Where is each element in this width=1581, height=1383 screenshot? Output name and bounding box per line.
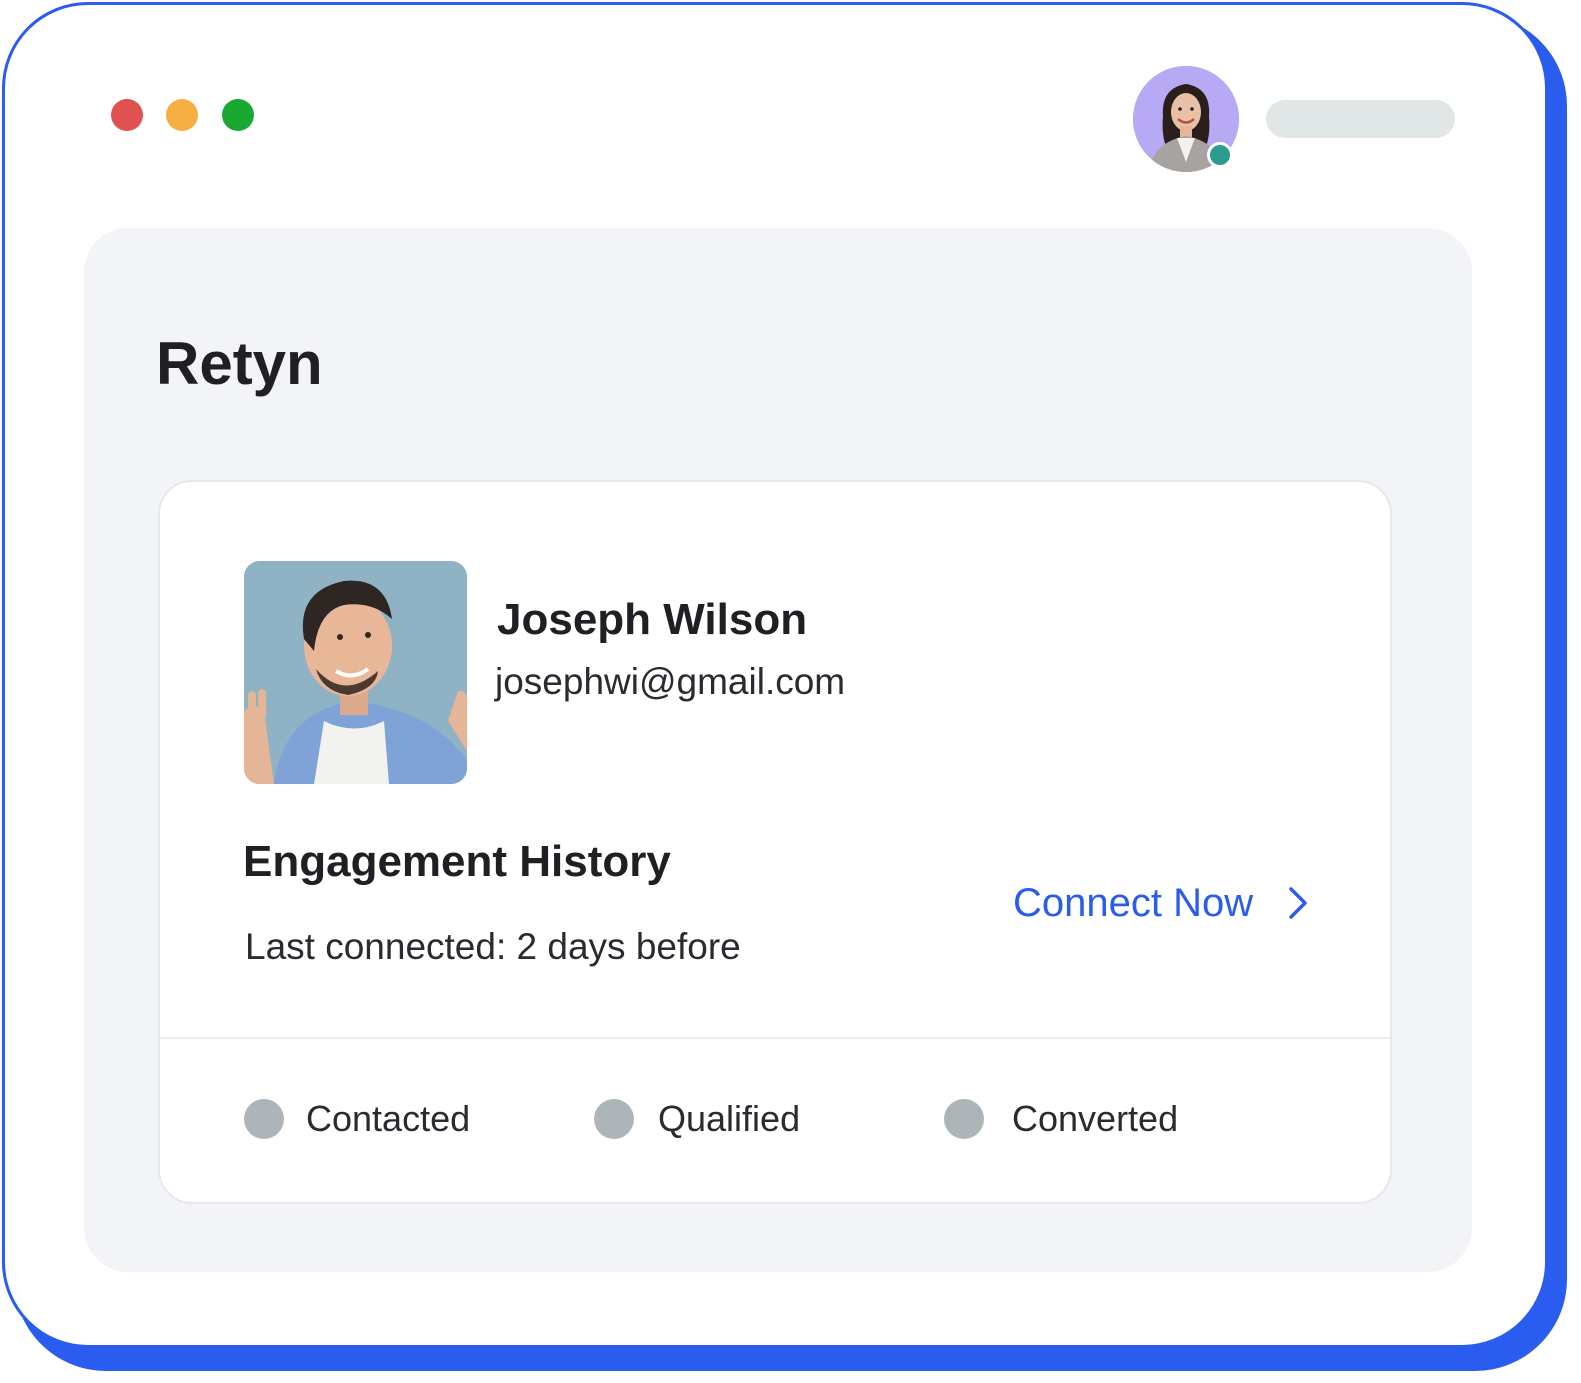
- contact-email[interactable]: josephwi@gmail.com: [495, 658, 845, 706]
- contact-photo: [244, 561, 467, 784]
- close-window-button[interactable]: [111, 99, 143, 131]
- contacted-status-icon: [244, 1099, 284, 1139]
- stage-label-contacted: Contacted: [306, 1098, 471, 1139]
- card-divider: [160, 1037, 1390, 1039]
- connect-now-label: Connect Now: [1013, 881, 1254, 925]
- online-status-icon: [1207, 142, 1233, 168]
- last-connected-text: Last connected: 2 days before: [245, 926, 741, 967]
- connect-now-button[interactable]: Connect Now: [1013, 876, 1309, 930]
- chevron-right-icon: [1289, 887, 1307, 919]
- maximize-window-button[interactable]: [222, 99, 254, 131]
- stage-label-qualified: Qualified: [658, 1098, 801, 1139]
- user-name-placeholder: [1266, 100, 1455, 138]
- contact-name: Joseph Wilson: [497, 595, 808, 644]
- stage-label-converted: Converted: [1012, 1098, 1179, 1139]
- app-title: Retyn: [156, 330, 323, 397]
- engagement-history-heading: Engagement History: [243, 837, 671, 886]
- contact-photo-illustration: [244, 561, 467, 784]
- qualified-status-icon: [594, 1099, 634, 1139]
- minimize-window-button[interactable]: [166, 99, 198, 131]
- converted-status-icon: [944, 1099, 984, 1139]
